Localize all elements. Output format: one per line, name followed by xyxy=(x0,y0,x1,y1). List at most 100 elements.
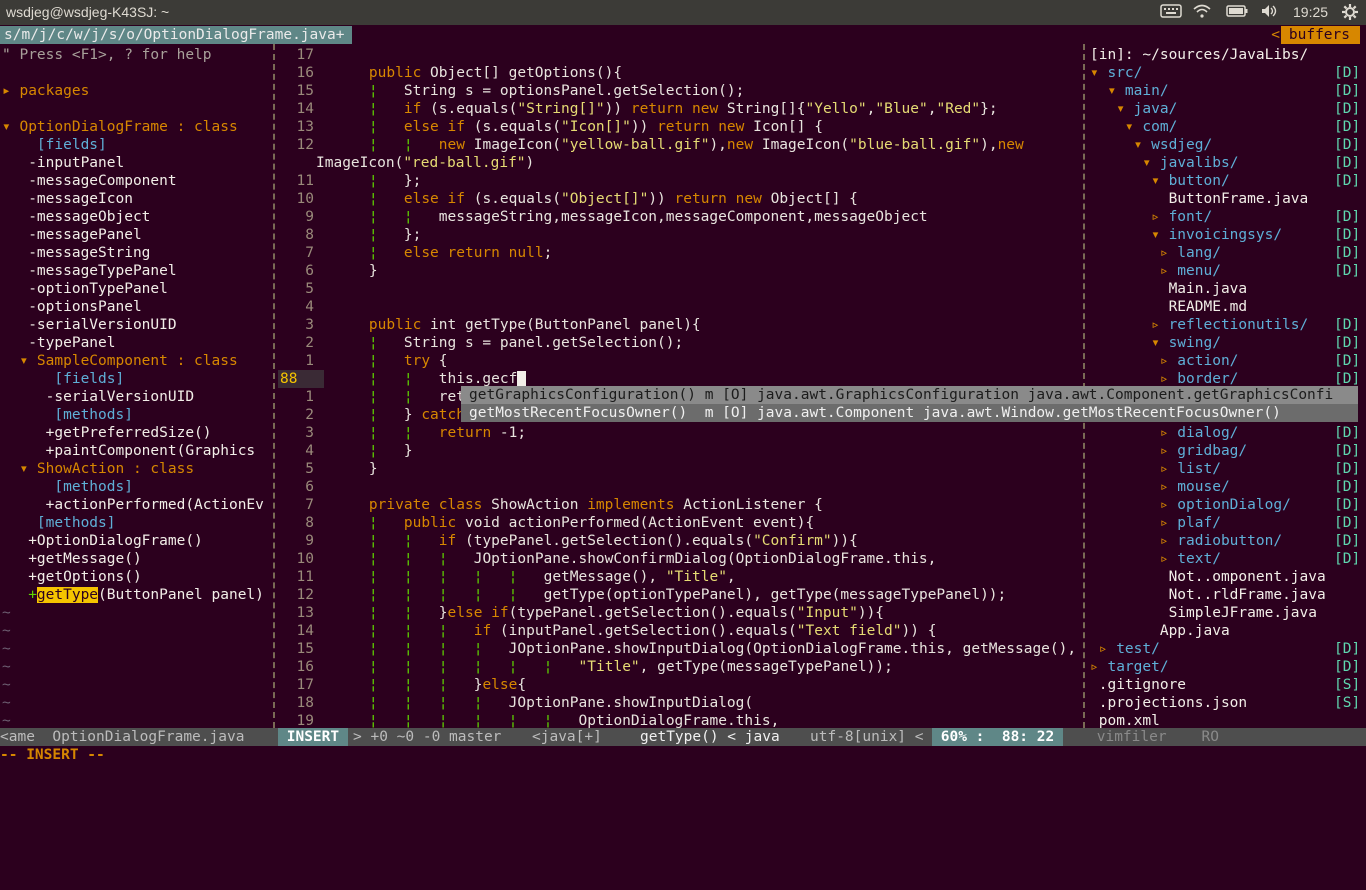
code-line[interactable]: ¦ ¦ }else if(typePanel.getSelection().eq… xyxy=(334,604,884,622)
file-tree-item[interactable]: ▹ font/ xyxy=(1090,208,1212,226)
volume-icon[interactable] xyxy=(1261,4,1279,21)
code-line[interactable]: ¦ ¦ retu xyxy=(334,388,474,406)
code-line[interactable]: ¦ if (s.equals("String[]")) return new S… xyxy=(334,100,998,118)
file-tree-item[interactable]: SimpleJFrame.java xyxy=(1090,604,1317,622)
file-tree-item[interactable]: ▹ optionDialog/ xyxy=(1090,496,1291,514)
file-tree-item[interactable]: ▹ text/ xyxy=(1090,550,1221,568)
code-line[interactable]: ¦ ¦ ¦ ¦ ¦ getType(optionTypePanel), getT… xyxy=(334,586,1006,604)
file-tree-item[interactable]: .gitignore xyxy=(1090,676,1186,694)
file-tree-item[interactable]: ▹ action/ xyxy=(1090,352,1239,370)
window-title: wsdjeg@wsdjeg-K43SJ: ~ xyxy=(6,4,170,20)
file-tree-item[interactable]: ▹ gridbag/ xyxy=(1090,442,1247,460)
tagbar-line: -messageTypePanel xyxy=(2,263,177,279)
file-tree-item[interactable]: ▹ menu/ xyxy=(1090,262,1221,280)
line-number: 6 xyxy=(305,263,314,279)
tab-current-file[interactable]: s/m/j/c/w/j/s/o/OptionDialogFrame.java+ xyxy=(0,26,353,44)
clock[interactable]: 19:25 xyxy=(1293,4,1328,20)
file-tree-item[interactable]: ▹ target/ xyxy=(1090,658,1169,676)
code-line[interactable]: ¦ } xyxy=(334,442,413,460)
code-line[interactable]: ¦ String s = optionsPanel.getSelection()… xyxy=(334,82,744,100)
file-tree-item[interactable]: ▹ test/ xyxy=(1090,640,1160,658)
code-line[interactable]: ¦ }; xyxy=(334,172,421,190)
code-line[interactable]: private class ShowAction implements Acti… xyxy=(334,496,823,514)
completion-item[interactable]: getGraphicsConfiguration() m [O] java.aw… xyxy=(461,386,1358,404)
tagbar-line: [methods] xyxy=(2,515,116,531)
command-line[interactable]: -- INSERT -- xyxy=(0,746,1366,768)
file-type-flag: [D] xyxy=(1334,173,1361,189)
code-line[interactable]: ¦ ¦ ¦ JOptionPane.showConfirmDialog(Opti… xyxy=(334,550,936,568)
tabline: s/m/j/c/w/j/s/o/OptionDialogFrame.java+ … xyxy=(0,25,1366,44)
code-line[interactable]: ¦ ¦ new ImageIcon("yellow-ball.gif"),new… xyxy=(334,136,1024,154)
cursor-position: 60% : 88: 22 xyxy=(932,728,1063,746)
file-tree-item[interactable]: ▹ lang/ xyxy=(1090,244,1221,262)
code-line[interactable]: ¦ ¦ ¦ ¦ JOptionPane.showInputDialog(Opti… xyxy=(334,640,1076,658)
completion-popup[interactable]: getGraphicsConfiguration() m [O] java.aw… xyxy=(461,386,1358,422)
file-tree-item[interactable]: .projections.json xyxy=(1090,694,1247,712)
code-line[interactable]: ¦ ¦ ¦ }else{ xyxy=(334,676,526,694)
file-tree-item[interactable]: pom.xml xyxy=(1090,712,1160,728)
encoding-indicator: utf-8[unix] < xyxy=(810,729,924,745)
code-line[interactable]: ¦ ¦ ¦ ¦ ¦ ¦ "Title", getType(messageType… xyxy=(334,658,893,676)
code-line[interactable]: ¦ else if (s.equals("Object[]")) return … xyxy=(334,190,858,208)
battery-icon[interactable] xyxy=(1226,4,1248,21)
code-line[interactable]: ¦ ¦ return -1; xyxy=(334,424,526,442)
line-number: 11 xyxy=(296,569,314,585)
line-number: 5 xyxy=(305,281,314,297)
tagbar-pane[interactable]: " Press <F1>, ? for help ▸ packages ▾ Opti… xyxy=(0,44,272,728)
file-tree-item[interactable]: App.java xyxy=(1090,622,1230,640)
file-tree-item[interactable]: ▾ javalibs/ xyxy=(1090,154,1238,172)
code-line[interactable]: ¦ else if (s.equals("Icon[]")) return ne… xyxy=(334,118,823,136)
code-line[interactable]: } xyxy=(334,262,378,280)
file-tree-item[interactable]: ▾ main/ xyxy=(1090,82,1168,100)
file-tree-item[interactable]: ▾ swing/ xyxy=(1090,334,1221,352)
file-tree-item[interactable]: ▹ reflectionutils/ xyxy=(1090,316,1308,334)
file-tree-item[interactable]: ▾ com/ xyxy=(1090,118,1177,136)
completion-item[interactable]: getMostRecentFocusOwner() m [O] java.awt… xyxy=(461,404,1358,422)
vimfiler-status: vimfiler RO xyxy=(1088,729,1219,745)
file-tree-item[interactable]: Main.java xyxy=(1090,280,1248,298)
gear-icon[interactable] xyxy=(1341,3,1359,24)
code-line[interactable]: ¦ ¦ if (typePanel.getSelection().equals(… xyxy=(334,532,858,550)
code-line[interactable]: ¦ }; xyxy=(334,226,421,244)
file-tree-item[interactable]: ▾ invoicingsys/ xyxy=(1090,226,1282,244)
code-line[interactable]: ImageIcon("red-ball.gif") xyxy=(316,154,534,172)
file-tree-item[interactable]: ▹ mouse/ xyxy=(1090,478,1230,496)
code-line[interactable]: } xyxy=(334,460,378,478)
file-type-flag: [D] xyxy=(1334,479,1361,495)
file-tree-item[interactable]: ▾ java/ xyxy=(1090,100,1177,118)
code-line[interactable]: ¦ ¦ ¦ ¦ ¦ ¦ OptionDialogFrame.this, xyxy=(334,712,779,728)
code-line[interactable]: ¦ else return null; xyxy=(334,244,552,262)
file-type-flag: [D] xyxy=(1334,245,1361,261)
file-tree-item[interactable]: README.md xyxy=(1090,298,1248,316)
file-tree-item[interactable]: ▾ wsdjeg/ xyxy=(1090,136,1213,154)
vertical-separator xyxy=(272,44,276,728)
wifi-icon[interactable] xyxy=(1193,4,1211,21)
file-tree-item[interactable]: ▹ plaf/ xyxy=(1090,514,1221,532)
file-tree-item[interactable]: ▹ dialog/ xyxy=(1090,424,1239,442)
file-type-flag: [D] xyxy=(1334,101,1361,117)
file-tree-item[interactable]: ▾ src/ xyxy=(1090,64,1142,82)
file-tree-item[interactable]: ▹ radiobutton/ xyxy=(1090,532,1282,550)
file-type-flag: [D] xyxy=(1334,83,1361,99)
file-tree-item[interactable]: ▹ list/ xyxy=(1090,460,1221,478)
line-number: 2 xyxy=(305,335,314,351)
code-line[interactable]: ¦ ¦ ¦ ¦ JOptionPane.showInputDialog( xyxy=(334,694,753,712)
code-line[interactable]: ¦ ¦ messageString,messageIcon,messageCom… xyxy=(334,208,928,226)
file-type-flag: [D] xyxy=(1334,137,1361,153)
buffers-label[interactable]: buffers xyxy=(1280,26,1360,44)
file-tree-item[interactable]: ▾ button/ xyxy=(1090,172,1230,190)
code-line[interactable]: public int getType(ButtonPanel panel){ xyxy=(334,316,701,334)
line-number: 1 xyxy=(305,353,314,369)
file-tree-item[interactable]: Not..rldFrame.java xyxy=(1090,586,1326,604)
tagbar-line: -serialVersionUID xyxy=(2,317,177,333)
keyboard-icon[interactable] xyxy=(1160,4,1182,21)
code-line[interactable]: ¦ } catch xyxy=(334,406,465,424)
file-tree-item[interactable]: ButtonFrame.java xyxy=(1090,190,1309,208)
code-line[interactable]: public Object[] getOptions(){ xyxy=(334,64,622,82)
code-line[interactable]: ¦ public void actionPerformed(ActionEven… xyxy=(334,514,814,532)
code-line[interactable]: ¦ ¦ ¦ if (inputPanel.getSelection().equa… xyxy=(334,622,937,640)
file-tree-item[interactable]: Not..omponent.java xyxy=(1090,568,1326,586)
code-line[interactable]: ¦ try { xyxy=(334,352,448,370)
code-line[interactable]: ¦ ¦ ¦ ¦ ¦ getMessage(), "Title", xyxy=(334,568,736,586)
code-line[interactable]: ¦ String s = panel.getSelection(); xyxy=(334,334,683,352)
